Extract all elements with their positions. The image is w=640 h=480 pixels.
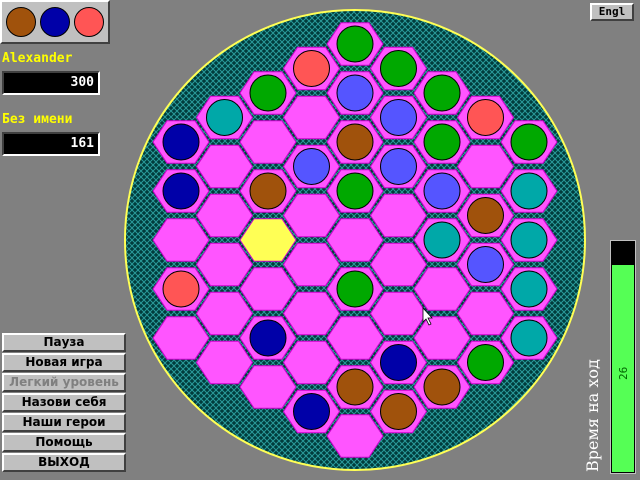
ball-blue[interactable] <box>467 246 504 283</box>
ball-teal[interactable] <box>510 270 548 308</box>
timer-label: Время на ход <box>583 359 602 472</box>
ball-green[interactable] <box>467 344 504 381</box>
player-2-score: 161 <box>2 132 100 156</box>
ball-brown[interactable] <box>249 172 287 210</box>
ball-blue[interactable] <box>293 148 330 185</box>
pause-button[interactable]: Пауза <box>2 333 126 352</box>
easy-level-button[interactable]: Легкий уровень <box>2 373 126 392</box>
ball-red[interactable] <box>293 50 330 87</box>
player-1-name: Alexander <box>2 51 73 66</box>
next-balls-panel <box>0 0 110 44</box>
name-yourself-button[interactable]: Назови себя <box>2 393 126 412</box>
ball-navy[interactable] <box>162 172 200 210</box>
ball-green[interactable] <box>336 172 374 210</box>
ball-red[interactable] <box>162 270 200 308</box>
next-ball-2 <box>40 7 70 37</box>
ball-navy[interactable] <box>293 393 330 430</box>
ball-blue[interactable] <box>380 99 417 136</box>
ball-teal[interactable] <box>510 172 548 210</box>
timer-bar <box>610 240 636 474</box>
ball-green[interactable] <box>423 74 461 112</box>
next-ball-3 <box>74 7 104 37</box>
player-2-name: Без имени <box>2 112 73 127</box>
exit-button[interactable]: ВЫХОД <box>2 453 126 472</box>
ball-teal[interactable] <box>206 99 243 136</box>
timer-value: 26 <box>617 366 630 380</box>
ball-blue[interactable] <box>336 74 374 112</box>
ball-brown[interactable] <box>423 368 461 406</box>
ball-teal[interactable] <box>510 221 548 259</box>
ball-green[interactable] <box>249 74 287 112</box>
help-button[interactable]: Помощь <box>2 433 126 452</box>
new-game-button[interactable]: Новая игра <box>2 353 126 372</box>
ball-green[interactable] <box>336 270 374 308</box>
language-button[interactable]: Engl <box>590 3 634 21</box>
ball-green[interactable] <box>380 50 417 87</box>
ball-green[interactable] <box>336 25 374 63</box>
ball-teal[interactable] <box>510 319 548 357</box>
ball-navy[interactable] <box>162 123 200 161</box>
ball-brown[interactable] <box>336 123 374 161</box>
ball-brown[interactable] <box>336 368 374 406</box>
our-heroes-button[interactable]: Наши герои <box>2 413 126 432</box>
ball-brown[interactable] <box>380 393 417 430</box>
ball-navy[interactable] <box>380 344 417 381</box>
ball-teal[interactable] <box>423 221 461 259</box>
ball-green[interactable] <box>423 123 461 161</box>
player-1-score: 300 <box>2 71 100 95</box>
ball-blue[interactable] <box>423 172 461 210</box>
ball-brown[interactable] <box>467 197 504 234</box>
next-ball-1 <box>6 7 36 37</box>
ball-red[interactable] <box>467 99 504 136</box>
ball-green[interactable] <box>510 123 548 161</box>
ball-blue[interactable] <box>380 148 417 185</box>
ball-navy[interactable] <box>249 319 287 357</box>
